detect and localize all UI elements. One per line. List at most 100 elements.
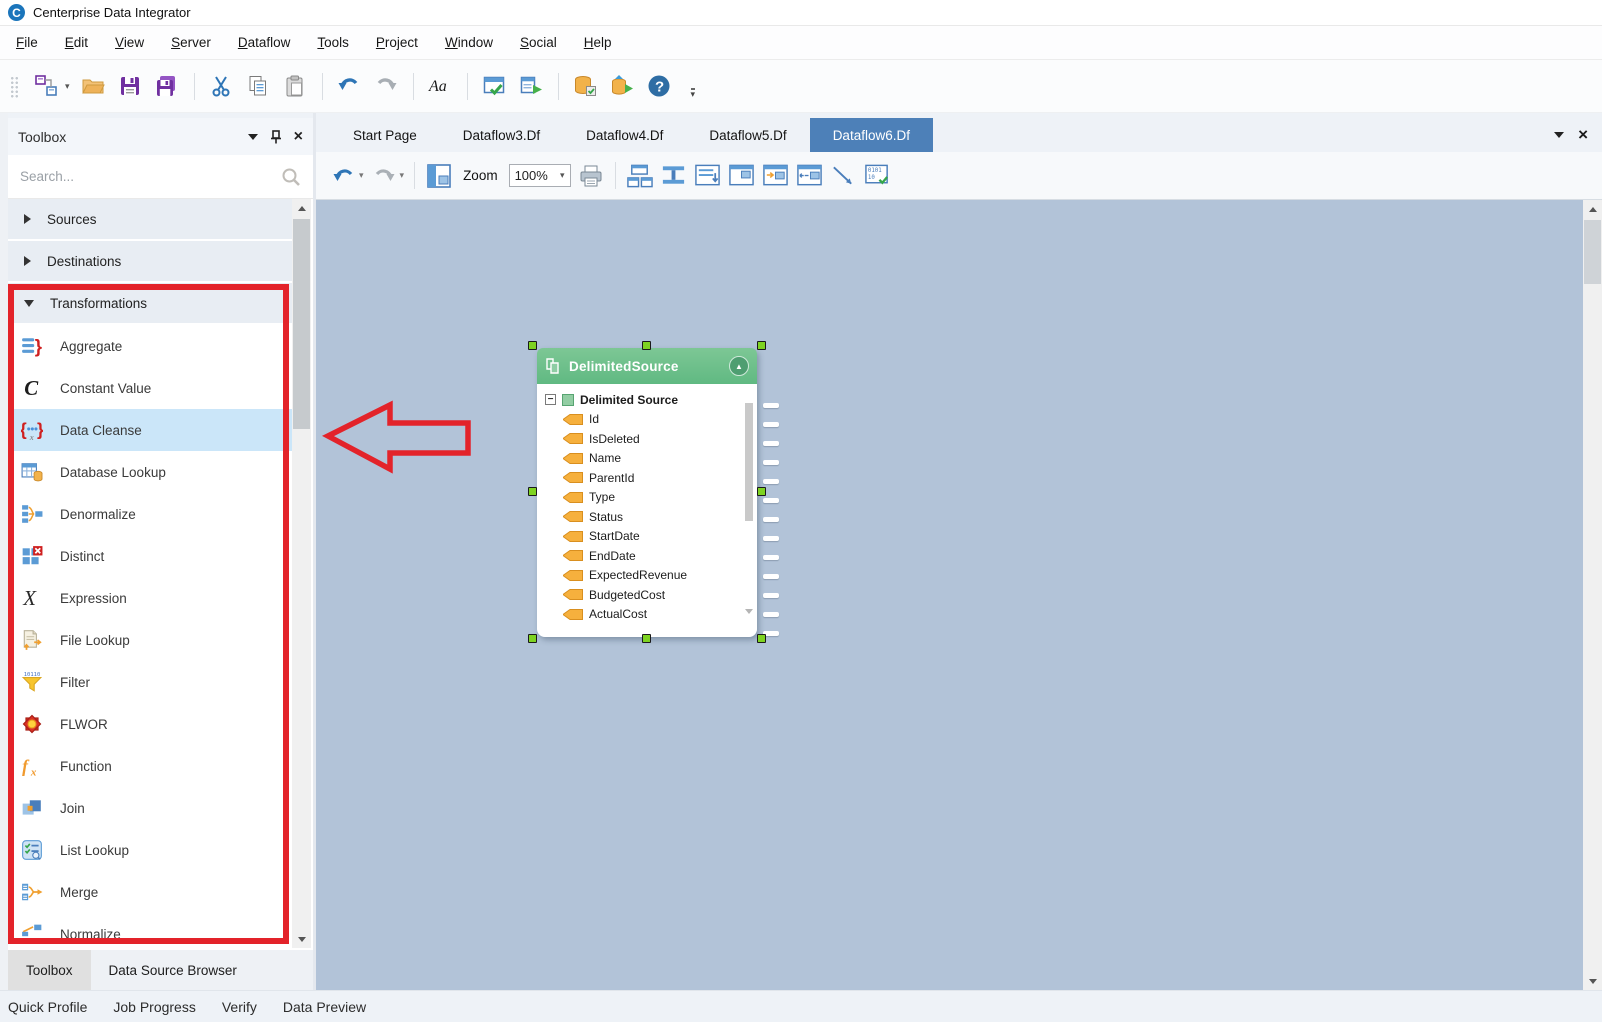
- open-icon[interactable]: [80, 73, 107, 100]
- tab-dataflow6[interactable]: Dataflow6.Df: [810, 118, 933, 152]
- scroll-down-icon[interactable]: [292, 930, 311, 948]
- toolbox-item-merge[interactable]: Merge: [8, 871, 292, 913]
- node-field-row[interactable]: BudgetedCost: [537, 585, 757, 605]
- node-field-row[interactable]: ExpectedRevenue: [537, 566, 757, 586]
- delimited-source-node[interactable]: DelimitedSource ▲ − Delimited Source Id …: [537, 348, 757, 637]
- new-dataflow-icon[interactable]: [32, 73, 59, 100]
- tab-start-page[interactable]: Start Page: [330, 118, 440, 152]
- close-panel-icon[interactable]: ×: [294, 130, 303, 144]
- toolbar-grip[interactable]: [10, 76, 19, 98]
- tab-dataflow3[interactable]: Dataflow3.Df: [440, 118, 563, 152]
- tab-toolbox[interactable]: Toolbox: [8, 950, 91, 990]
- node-field-row[interactable]: ActualCost: [537, 605, 757, 625]
- node-field-row[interactable]: Name: [537, 449, 757, 469]
- redo-icon[interactable]: [373, 73, 400, 100]
- node-scrollbar[interactable]: [744, 389, 754, 632]
- tab-data-source-browser[interactable]: Data Source Browser: [91, 950, 255, 990]
- menu-server[interactable]: Server: [171, 35, 211, 50]
- scrollbar-thumb[interactable]: [1584, 220, 1601, 284]
- node-field-row[interactable]: Status: [537, 507, 757, 527]
- selection-handle[interactable]: [757, 341, 766, 350]
- redo-icon[interactable]: [371, 162, 398, 189]
- overview-icon[interactable]: [425, 162, 452, 189]
- node-field-row[interactable]: ParentId: [537, 468, 757, 488]
- run-window-icon[interactable]: [518, 73, 545, 100]
- scroll-down-icon[interactable]: [745, 614, 753, 632]
- tab-dataflow4[interactable]: Dataflow4.Df: [563, 118, 686, 152]
- toolbox-section-sources[interactable]: Sources: [8, 199, 292, 241]
- arrange-list-icon[interactable]: [694, 162, 721, 189]
- selection-handle[interactable]: [757, 634, 766, 643]
- layout-horizontal-icon[interactable]: [626, 162, 653, 189]
- node-field-row[interactable]: EndDate: [537, 546, 757, 566]
- toolbox-item-distinct[interactable]: Distinct: [8, 535, 292, 577]
- tab-dataflow5[interactable]: Dataflow5.Df: [686, 118, 809, 152]
- preview-data-icon[interactable]: 010110: [864, 162, 891, 189]
- undo-dropdown-icon[interactable]: ▾: [359, 170, 364, 181]
- search-icon[interactable]: [281, 167, 301, 187]
- toolbox-item-denormalize[interactable]: Denormalize: [8, 493, 292, 535]
- menu-window[interactable]: Window: [445, 35, 493, 50]
- save-all-icon[interactable]: [154, 73, 181, 100]
- toolbox-item-function[interactable]: fx Function: [8, 745, 292, 787]
- selection-handle[interactable]: [528, 341, 537, 350]
- toolbox-item-flwor[interactable]: FLWOR: [8, 703, 292, 745]
- node-field-row[interactable]: IsDeleted: [537, 429, 757, 449]
- new-dropdown-icon[interactable]: ▾: [65, 81, 70, 92]
- selection-handle[interactable]: [757, 487, 766, 496]
- scrollbar-thumb[interactable]: [293, 219, 310, 429]
- toolbox-item-expression[interactable]: X Expression: [8, 577, 292, 619]
- layout-vertical-icon[interactable]: [660, 162, 687, 189]
- search-input[interactable]: [20, 169, 273, 184]
- toolbox-section-destinations[interactable]: Destinations: [8, 241, 292, 283]
- node-root-row[interactable]: − Delimited Source: [537, 390, 757, 410]
- status-quick-profile[interactable]: Quick Profile: [8, 999, 87, 1015]
- selection-handle[interactable]: [642, 634, 651, 643]
- menu-social[interactable]: Social: [520, 35, 557, 50]
- pin-icon[interactable]: [270, 130, 282, 144]
- toolbox-item-data-cleanse[interactable]: {}x Data Cleanse: [8, 409, 292, 451]
- dataflow-canvas[interactable]: DelimitedSource ▲ − Delimited Source Id …: [316, 200, 1583, 990]
- menu-dataflow[interactable]: Dataflow: [238, 35, 291, 50]
- status-job-progress[interactable]: Job Progress: [113, 999, 195, 1015]
- help-icon[interactable]: ?: [646, 73, 673, 100]
- menu-view[interactable]: View: [115, 35, 144, 50]
- cut-icon[interactable]: [208, 73, 235, 100]
- redo-dropdown-icon[interactable]: ▾: [400, 170, 405, 181]
- copy-icon[interactable]: [245, 73, 272, 100]
- toolbox-item-constant-value[interactable]: C Constant Value: [8, 367, 292, 409]
- paste-icon[interactable]: [282, 73, 309, 100]
- tab-list-dropdown-icon[interactable]: [1554, 132, 1564, 138]
- node-field-row[interactable]: StartDate: [537, 527, 757, 547]
- menu-file[interactable]: File: [16, 35, 38, 50]
- scroll-down-icon[interactable]: [1583, 972, 1602, 990]
- close-document-icon[interactable]: ×: [1578, 125, 1588, 145]
- canvas-scrollbar[interactable]: [1583, 200, 1602, 990]
- status-verify[interactable]: Verify: [222, 999, 257, 1015]
- verify-window-icon[interactable]: [481, 73, 508, 100]
- menu-edit[interactable]: Edit: [65, 35, 88, 50]
- toolbox-item-normalize[interactable]: Normalize: [8, 913, 292, 948]
- toolbox-item-database-lookup[interactable]: Database Lookup: [8, 451, 292, 493]
- menu-project[interactable]: Project: [376, 35, 418, 50]
- draw-link-icon[interactable]: [830, 162, 857, 189]
- selection-handle[interactable]: [528, 487, 537, 496]
- menu-tools[interactable]: Tools: [317, 35, 349, 50]
- status-data-preview[interactable]: Data Preview: [283, 999, 366, 1015]
- toolbox-item-file-lookup[interactable]: File Lookup: [8, 619, 292, 661]
- start-job-icon[interactable]: [609, 73, 636, 100]
- menu-help[interactable]: Help: [584, 35, 612, 50]
- toolbox-scrollbar[interactable]: [292, 199, 311, 948]
- toolbox-section-transformations[interactable]: Transformations: [8, 283, 292, 325]
- save-icon[interactable]: [117, 73, 144, 100]
- font-icon[interactable]: Aa: [427, 73, 454, 100]
- panel-preview-icon[interactable]: [728, 162, 755, 189]
- scroll-up-icon[interactable]: [1583, 200, 1602, 218]
- toolbox-item-filter[interactable]: 10110 Filter: [8, 661, 292, 703]
- collapse-tree-icon[interactable]: −: [545, 394, 556, 405]
- toolbar-overflow-icon[interactable]: ▾: [691, 88, 696, 98]
- print-icon[interactable]: [578, 162, 605, 189]
- undo-icon[interactable]: [336, 73, 363, 100]
- scroll-up-icon[interactable]: [292, 199, 311, 217]
- node-field-row[interactable]: Id: [537, 410, 757, 430]
